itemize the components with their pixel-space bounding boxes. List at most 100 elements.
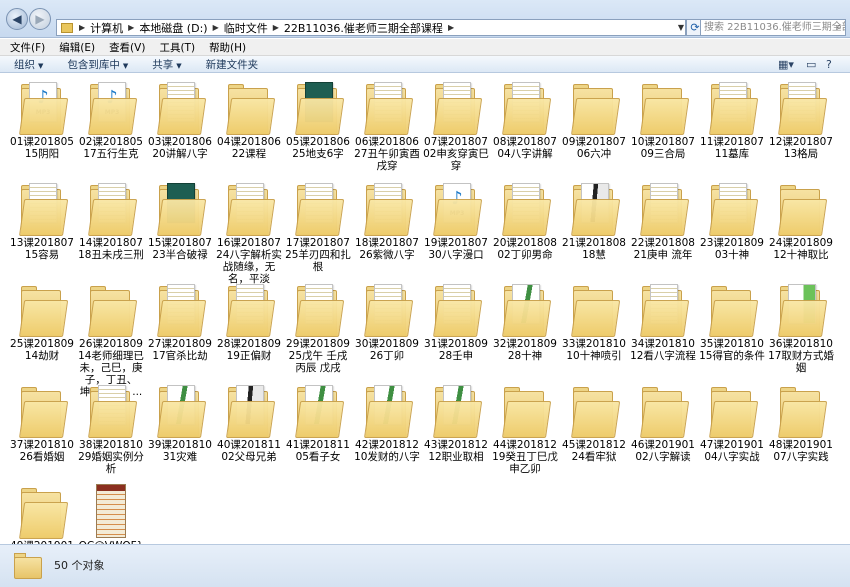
folder-item[interactable]: 15课20180723半合破禄 bbox=[147, 179, 213, 274]
folder-icon bbox=[567, 381, 621, 439]
folder-item[interactable]: 03课20180620讲解八字 bbox=[147, 78, 213, 173]
menu-file[interactable]: 文件(F) bbox=[10, 40, 45, 55]
folder-item[interactable]: 35课20181015得官的条件 bbox=[699, 280, 765, 375]
folder-item[interactable]: 30课20180926丁卯 bbox=[354, 280, 420, 375]
item-label: 36课20181017取财方式婚姻 bbox=[768, 338, 834, 374]
item-label: 43课20181212职业取相 bbox=[424, 439, 488, 463]
folder-item[interactable]: 43课20181212职业取相 bbox=[423, 381, 489, 476]
folder-item[interactable]: 04课20180622课程 bbox=[216, 78, 282, 173]
preview-pane-icon[interactable]: ▭ bbox=[806, 58, 816, 71]
folder-item[interactable]: 14课20180718丑未戌三刑 bbox=[78, 179, 144, 274]
file-list: ♪MP301课20180515阴阳♪MP302课20180517五行生克03课2… bbox=[0, 74, 850, 576]
item-label: 27课20180917官杀比劫 bbox=[148, 338, 212, 362]
folder-item[interactable]: 23课20180903十神 bbox=[699, 179, 765, 274]
folder-item[interactable]: 17课20180725羊刃四和扎根 bbox=[285, 179, 351, 274]
folder-item[interactable]: 05课20180625地支6字 bbox=[285, 78, 351, 173]
folder-item[interactable]: 40课20181102父母兄弟 bbox=[216, 381, 282, 476]
folder-item[interactable]: ♪MP319课20180730八字漫口 bbox=[423, 179, 489, 274]
folder-item[interactable]: 48课20190107八字实践 bbox=[768, 381, 834, 476]
folder-item[interactable]: ♪MP301课20180515阴阳 bbox=[9, 78, 75, 173]
folder-item[interactable]: 11课20180711墓库 bbox=[699, 78, 765, 173]
help-icon[interactable]: ? bbox=[826, 58, 832, 71]
folder-item[interactable]: 24课20180912十神取比 bbox=[768, 179, 834, 274]
menu-view[interactable]: 查看(V) bbox=[109, 40, 145, 55]
folder-item[interactable]: 20课20180802丁卯男命 bbox=[492, 179, 558, 274]
search-placeholder: 搜索 22B11036.催老师三期全部课程 bbox=[704, 22, 845, 33]
new-folder-label: 新建文件夹 bbox=[205, 58, 259, 71]
folder-item[interactable]: 25课20180914劫财 bbox=[9, 280, 75, 375]
folder-item[interactable]: 36课20181017取财方式婚姻 bbox=[768, 280, 834, 375]
folder-item[interactable]: 09课20180706六冲 bbox=[561, 78, 627, 173]
view-options-icon[interactable]: ▦▾ bbox=[778, 58, 794, 71]
folder-item[interactable]: 47课20190104八字实战 bbox=[699, 381, 765, 476]
organize-label: 组织 bbox=[14, 58, 35, 71]
status-bar: 50 个对象 bbox=[0, 544, 850, 587]
search-input[interactable]: 搜索 22B11036.催老师三期全部课程 ⌕ bbox=[700, 19, 846, 36]
folder-item[interactable]: 32课20180928十神 bbox=[492, 280, 558, 375]
folder-item[interactable]: 45课20181224看牢狱 bbox=[561, 381, 627, 476]
folder-item[interactable]: 42课20181210发财的八字 bbox=[354, 381, 420, 476]
menu-tools[interactable]: 工具(T) bbox=[159, 40, 195, 55]
folder-item[interactable]: 16课20180724八字解析实战随缘，无名，平淡 bbox=[216, 179, 282, 285]
folder-item[interactable]: 27课20180917官杀比劫 bbox=[147, 280, 213, 375]
folder-icon: ♪MP3 bbox=[84, 78, 138, 136]
folder-item[interactable]: 34课20181012看八字流程 bbox=[630, 280, 696, 375]
folder-item[interactable]: 39课20181031灾难 bbox=[147, 381, 213, 476]
item-label: 05课20180625地支6字 bbox=[286, 136, 350, 160]
folder-icon bbox=[567, 179, 621, 237]
include-in-library-button[interactable]: 包含到库中 ▼ bbox=[67, 57, 128, 72]
folder-item[interactable]: 31课20180928壬申 bbox=[423, 280, 489, 375]
folder-item[interactable]: 08课20180704八字讲解 bbox=[492, 78, 558, 173]
address-dropdown-icon[interactable]: ▼ bbox=[676, 20, 686, 35]
menu-help[interactable]: 帮助(H) bbox=[209, 40, 246, 55]
item-label: 10课20180709三合局 bbox=[631, 136, 695, 160]
folder-item[interactable]: 21课20180818慧 bbox=[561, 179, 627, 274]
folder-item[interactable]: 12课20180713格局 bbox=[768, 78, 834, 173]
folder-item[interactable]: 18课20180726紫微八字 bbox=[354, 179, 420, 274]
folder-item[interactable]: 33课20181010十神喷引 bbox=[561, 280, 627, 375]
folder-item[interactable]: 38课20181029婚姻实例分析 bbox=[78, 381, 144, 476]
folder-icon bbox=[15, 179, 69, 237]
chevron-right-icon[interactable]: ▶ bbox=[446, 23, 456, 32]
folder-item[interactable]: 07课20180702申亥穿寅巳穿 bbox=[423, 78, 489, 173]
breadcrumb-computer[interactable]: 计算机 bbox=[87, 20, 126, 35]
breadcrumb-temp[interactable]: 临时文件 bbox=[221, 20, 271, 35]
back-button[interactable]: ◀ bbox=[6, 8, 28, 30]
breadcrumb-current[interactable]: 22B11036.催老师三期全部课程 bbox=[281, 20, 446, 35]
item-label: 25课20180914劫财 bbox=[10, 338, 74, 362]
folder-item[interactable]: 29课20180925戊午 壬戌 丙辰 戊戌 bbox=[285, 280, 351, 375]
folder-item[interactable]: 06课20180627丑午卯寅酉戌穿 bbox=[354, 78, 420, 173]
folder-icon bbox=[498, 179, 552, 237]
folder-item[interactable]: 44课20181219癸丑丁巳戊申乙卯 bbox=[492, 381, 558, 476]
folder-item[interactable]: 13课20180715容易 bbox=[9, 179, 75, 274]
new-folder-button[interactable]: 新建文件夹 bbox=[206, 57, 259, 72]
folder-item[interactable]: ♪MP302课20180517五行生克 bbox=[78, 78, 144, 173]
scrollbar[interactable] bbox=[836, 74, 850, 544]
folder-item[interactable]: 41课20181105看子女 bbox=[285, 381, 351, 476]
folder-item[interactable]: 28课20180919正偏财 bbox=[216, 280, 282, 375]
forward-button[interactable]: ▶ bbox=[29, 8, 51, 30]
item-label: 18课20180726紫微八字 bbox=[355, 237, 419, 261]
share-button[interactable]: 共享 ▼ bbox=[152, 57, 181, 72]
folder-icon bbox=[222, 78, 276, 136]
item-label: 40课20181102父母兄弟 bbox=[217, 439, 281, 463]
folder-item[interactable]: 22课20180821庚申 流年 bbox=[630, 179, 696, 274]
folder-icon bbox=[291, 381, 345, 439]
folder-item[interactable]: 10课20180709三合局 bbox=[630, 78, 696, 173]
address-bar[interactable]: ▶ 计算机 ▶ 本地磁盘 (D:) ▶ 临时文件 ▶ 22B11036.催老师三… bbox=[56, 19, 686, 36]
item-label: 09课20180706六冲 bbox=[562, 136, 626, 160]
item-label: 46课20190102八字解读 bbox=[631, 439, 695, 463]
chevron-right-icon[interactable]: ▶ bbox=[211, 23, 221, 32]
chevron-right-icon[interactable]: ▶ bbox=[271, 23, 281, 32]
share-label: 共享 bbox=[152, 58, 174, 71]
item-label: 39课20181031灾难 bbox=[148, 439, 212, 463]
breadcrumb-drive[interactable]: 本地磁盘 (D:) bbox=[136, 20, 210, 35]
chevron-down-icon: ▼ bbox=[38, 61, 44, 70]
folder-item[interactable]: 46课20190102八字解读 bbox=[630, 381, 696, 476]
folder-icon bbox=[567, 280, 621, 338]
folder-item[interactable]: 37课20181026看婚姻 bbox=[9, 381, 75, 476]
chevron-right-icon[interactable]: ▶ bbox=[126, 23, 136, 32]
menu-edit[interactable]: 编辑(E) bbox=[59, 40, 95, 55]
organize-button[interactable]: 组织 ▼ bbox=[14, 57, 43, 72]
folder-item[interactable]: 26课20180914老师细理已未，己巳，庚子，丁丑、坤，丁卯，... bbox=[78, 280, 144, 398]
